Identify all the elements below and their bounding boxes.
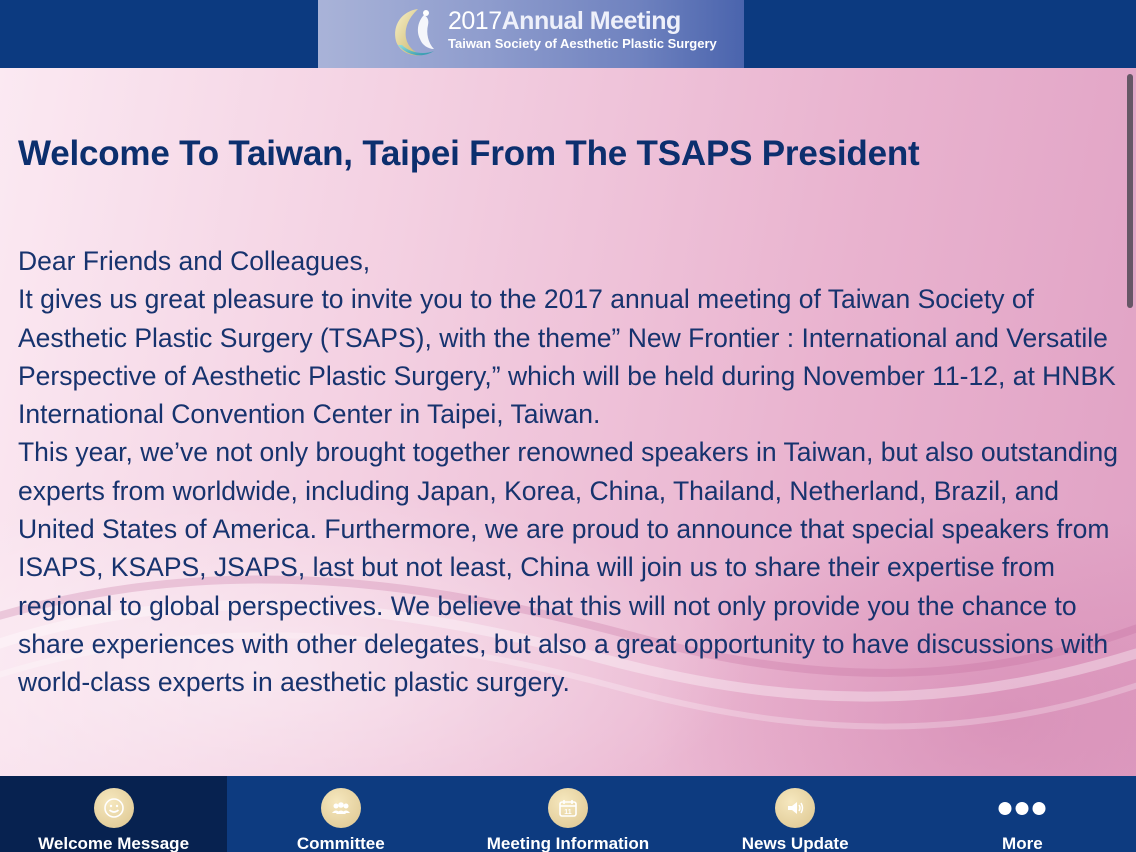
welcome-content[interactable]: Welcome To Taiwan, Taipei From The TSAPS… — [0, 68, 1136, 776]
more-dots-icon — [998, 802, 1046, 815]
tab-label: Meeting Information — [486, 834, 650, 852]
letter-paragraph: This year, we’ve not only brought togeth… — [18, 437, 1118, 698]
calendar-icon: 11 — [547, 788, 588, 828]
meeting-banner: 2017Annual Meeting Taiwan Society of Aes… — [318, 0, 744, 68]
tab-label: Welcome Message — [38, 834, 190, 852]
meeting-name: Annual Meeting — [501, 7, 682, 35]
welcome-letter: Dear Friends and Colleagues, It gives us… — [18, 242, 1118, 702]
tab-welcome-message[interactable]: Welcome Message — [0, 776, 228, 852]
letter-greeting: Dear Friends and Colleagues, — [18, 246, 371, 276]
app-header: 2017Annual Meeting Taiwan Society of Aes… — [0, 0, 1136, 68]
page-title: Welcome To Taiwan, Taipei From The TSAPS… — [18, 134, 920, 173]
tab-label: More — [1002, 834, 1043, 852]
tab-label: Committee — [296, 834, 385, 852]
smiley-icon — [93, 788, 134, 828]
letter-paragraph: It gives us great pleasure to invite you… — [18, 284, 1116, 430]
meeting-title: 2017Annual Meeting — [448, 6, 717, 36]
scrollbar[interactable] — [1127, 74, 1133, 308]
people-icon — [320, 788, 361, 828]
svg-text:11: 11 — [564, 809, 572, 816]
tab-more[interactable]: More — [909, 776, 1136, 852]
society-logo-icon — [395, 9, 434, 56]
banner-text: 2017Annual Meeting Taiwan Society of Aes… — [448, 6, 717, 52]
meeting-year: 2017 — [448, 7, 502, 35]
speaker-icon — [775, 788, 816, 828]
tab-news-update[interactable]: News Update — [682, 776, 909, 852]
society-name: Taiwan Society of Aesthetic Plastic Surg… — [448, 36, 717, 51]
tab-committee[interactable]: Committee — [227, 776, 454, 852]
tab-label: News Update — [741, 834, 849, 852]
tab-meeting-information[interactable]: 11 Meeting Information — [454, 776, 681, 852]
bottom-tab-bar: Welcome Message Committee 11 Meeting Inf… — [0, 776, 1136, 852]
